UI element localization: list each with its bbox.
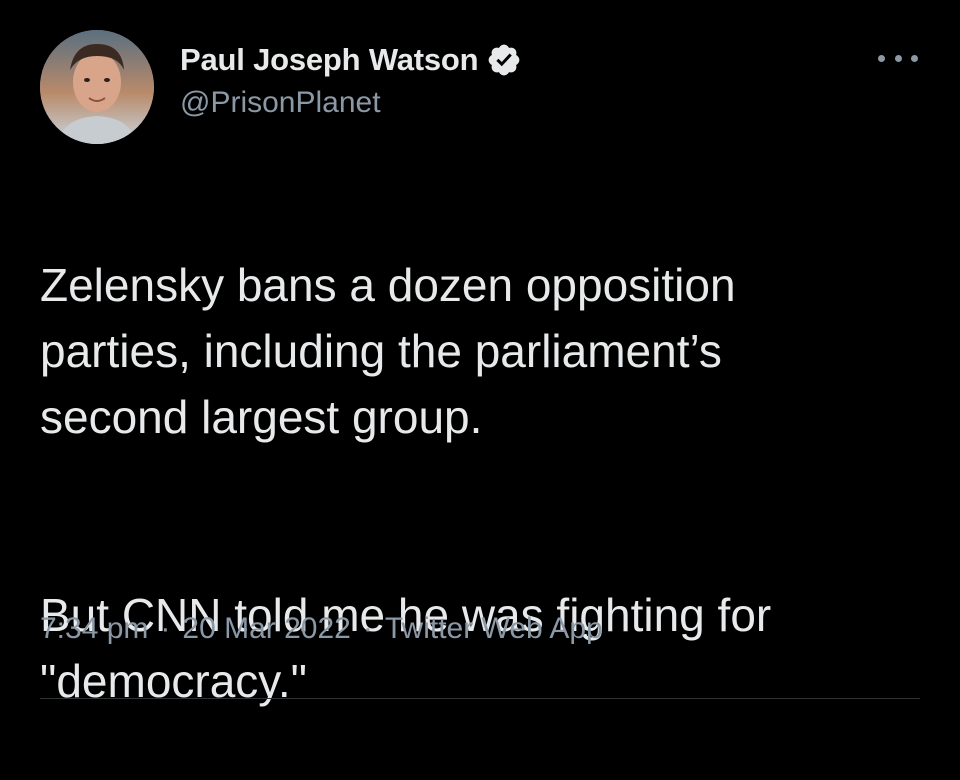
meta-separator: · <box>160 612 171 645</box>
author-block: Paul Joseph Watson @PrisonPlanet <box>180 40 522 120</box>
tweet-source[interactable]: Twitter Web App <box>385 612 603 646</box>
tweet-meta: 7:34 pm · 20 Mar 2022 · Twitter Web App <box>40 612 603 646</box>
meta-separator: · <box>362 612 373 645</box>
avatar[interactable] <box>40 30 154 144</box>
tweet-date[interactable]: 20 Mar 2022 <box>182 612 350 646</box>
divider <box>40 698 920 699</box>
tweet-text: Zelensky bans a dozen opposition parties… <box>40 186 920 780</box>
dot-icon <box>878 54 885 62</box>
dot-icon <box>911 54 918 62</box>
user-handle[interactable]: @PrisonPlanet <box>180 86 522 120</box>
tweet-paragraph: Zelensky bans a dozen opposition parties… <box>40 259 736 443</box>
verified-badge-icon <box>489 44 520 76</box>
tweet-paragraph: But CNN told me he was fighting for "dem… <box>40 589 772 707</box>
name-row: Paul Joseph Watson <box>180 40 522 80</box>
tweet-detail: Paul Joseph Watson @PrisonPlanet Zelensk… <box>0 0 960 707</box>
dot-icon <box>894 54 902 62</box>
display-name[interactable]: Paul Joseph Watson <box>180 42 479 78</box>
avatar-photo <box>40 30 154 144</box>
tweet-time[interactable]: 7:34 pm <box>40 612 148 646</box>
more-options-icon[interactable] <box>878 48 918 68</box>
